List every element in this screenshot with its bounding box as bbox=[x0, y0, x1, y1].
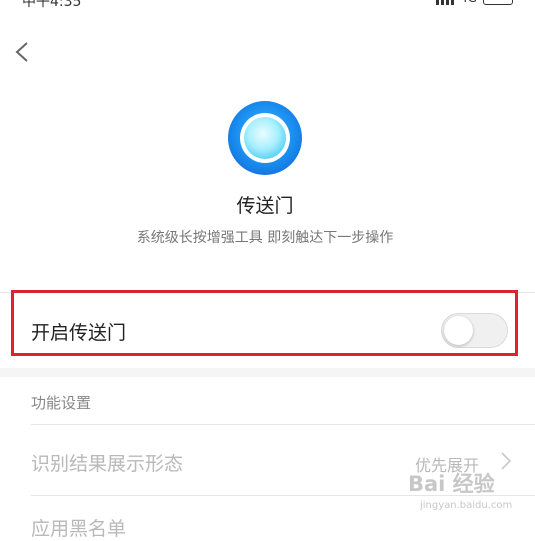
section-title: 功能设置 bbox=[31, 394, 92, 412]
app-title: 传送门 bbox=[236, 195, 294, 217]
watermark-subtext: jingyan.baidu.com bbox=[420, 500, 513, 511]
app-description: 系统级长按增强工具 即刻触达下一步操作 bbox=[136, 230, 394, 246]
status-icons: 4G bbox=[436, 0, 513, 5]
baidu-watermark: Bai 经验 jingyan.baidu.com bbox=[408, 468, 528, 520]
section-gap bbox=[0, 368, 535, 377]
app-blacklist-label: 应用黑名单 bbox=[31, 518, 127, 540]
signal-icon bbox=[436, 0, 455, 5]
network-type: 4G bbox=[460, 0, 477, 5]
highlight-box bbox=[11, 290, 518, 356]
status-time: 中午4:35 bbox=[22, 0, 82, 8]
battery-icon bbox=[483, 0, 513, 5]
app-logo-icon bbox=[228, 101, 302, 175]
result-display-label: 识别结果展示形态 bbox=[31, 453, 184, 475]
back-arrow-icon[interactable] bbox=[14, 41, 30, 63]
status-bar: 中午4:35 4G bbox=[0, 0, 535, 8]
watermark-text: Bai 经验 bbox=[408, 472, 495, 496]
